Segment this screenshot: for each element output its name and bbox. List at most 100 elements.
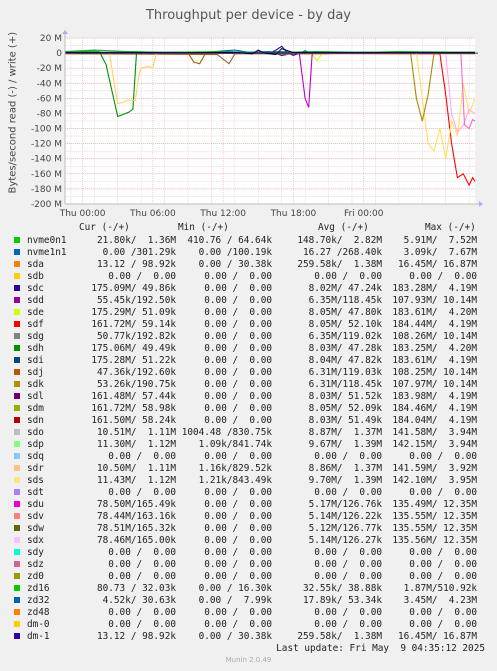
legend-device-name: sdh xyxy=(27,343,44,354)
legend-max-value: 0.00 / 0.00 xyxy=(403,451,477,462)
x-tick-label: Fri 00:00 xyxy=(344,209,384,219)
legend-cur-value: 175.28M/ 51.22k xyxy=(91,355,176,366)
x-tick-label: Thu 00:00 xyxy=(59,209,106,219)
legend-cur-value: 0.00 / 0.00 xyxy=(102,607,176,618)
legend-device-name: sdl xyxy=(27,391,44,402)
y-tick-label: -160 M xyxy=(31,170,62,180)
legend-swatch xyxy=(14,573,20,579)
legend-avg-value: 8.03M/ 51.52k xyxy=(308,391,382,402)
legend-swatch xyxy=(14,237,20,243)
legend-avg-value: 8.05M/ 52.09k xyxy=(308,403,382,414)
legend-device-name: sdn xyxy=(27,415,44,426)
x-tick-label: Thu 12:00 xyxy=(199,209,246,219)
legend-max-value: 0.00 / 0.00 xyxy=(403,619,477,630)
legend-max-value: 0.00 / 0.00 xyxy=(403,487,477,498)
legend-swatch xyxy=(14,609,20,615)
legend-avg-value: 9.70M/ 1.39M xyxy=(308,475,382,486)
legend-row: sdf 161.72M/ 59.14k 0.00 / 0.00 8.05M/ 52.… xyxy=(0,319,497,331)
legend-avg-value: 0.00 / 0.00 xyxy=(308,451,382,462)
legend-cur-value: 0.00 / 0.00 xyxy=(102,451,176,462)
legend-swatch xyxy=(14,261,20,267)
legend-swatch xyxy=(14,465,20,471)
legend-max-value: 0.00 / 0.00 xyxy=(403,559,477,570)
legend-cur-value: 47.36k/192.60k xyxy=(96,367,176,378)
x-tick-label: Thu 18:00 xyxy=(270,209,317,219)
legend-cur-value: 50.77k/192.82k xyxy=(96,331,176,342)
legend-row: zd16 80.73 / 32.03k 0.00 / 16.30k 32.55k/ … xyxy=(0,583,497,595)
legend-max-value: 183.28M/ 4.19M xyxy=(392,283,477,294)
legend-header-avg: Avg (-/+) xyxy=(318,222,369,233)
legend-min-value: 0.00 / 0.00 xyxy=(198,559,272,570)
legend-min-value: 0.00 / 0.00 xyxy=(198,391,272,402)
legend-device-name: sdv xyxy=(27,511,44,522)
legend-swatch xyxy=(14,429,20,435)
legend-min-value: 1.21k/843.49k xyxy=(198,475,272,486)
legend-min-value: 0.00 / 16.30k xyxy=(192,583,272,594)
legend-device-name: sdc xyxy=(27,283,44,294)
legend-swatch xyxy=(14,345,20,351)
legend-cur-value: 0.00 / 0.00 xyxy=(102,619,176,630)
legend-swatch xyxy=(14,285,20,291)
legend-swatch xyxy=(14,309,20,315)
legend-avg-value: 8.02M/ 47.24k xyxy=(308,283,382,294)
x-tick-labels: Thu 00:00 Thu 06:00 Thu 12:00 Thu 18:00 Fri … xyxy=(59,209,384,219)
legend-avg-value: 17.89k/ 53.34k xyxy=(302,595,382,606)
legend-min-value: 0.00 / 30.38k xyxy=(192,259,272,270)
legend-avg-value: 259.58k/ 1.38M xyxy=(297,631,382,642)
legend-min-value: 0.00 / 0.00 xyxy=(198,535,272,546)
y-tick-label: -140 M xyxy=(31,155,62,165)
y-tick-label: -120 M xyxy=(31,140,62,150)
legend-avg-value: 5.12M/126.77k xyxy=(308,523,382,534)
legend-swatch xyxy=(14,441,20,447)
legend-cur-value: 53.26k/190.75k xyxy=(96,379,176,390)
legend-avg-value: 0.00 / 0.00 xyxy=(308,547,382,558)
legend-avg-value: 6.31M/118.45k xyxy=(308,379,382,390)
legend-avg-value: 6.35M/118.45k xyxy=(308,295,382,306)
legend-min-value: 0.00 /100.19k xyxy=(192,247,272,258)
legend-row: sdb 0.00 / 0.00 0.00 / 0.00 0.00 / 0.00 … xyxy=(0,271,497,283)
legend-header-max: Max (-/+) xyxy=(425,222,476,233)
legend-device-name: sdd xyxy=(27,295,44,306)
legend-avg-value: 0.00 / 0.00 xyxy=(308,619,382,630)
legend-swatch xyxy=(14,489,20,495)
legend-min-value: 0.00 / 0.00 xyxy=(198,355,272,366)
legend-min-value: 0.00 / 0.00 xyxy=(198,331,272,342)
legend-device-name: zd16 xyxy=(27,583,50,594)
legend-row: dm-1 13.12 / 98.92k 0.00 / 30.38k 259.58k/… xyxy=(0,631,497,643)
legend-min-value: 0.00 / 0.00 xyxy=(198,295,272,306)
legend-min-value: 0.00 / 0.00 xyxy=(198,571,272,582)
legend-cur-value: 80.73 / 32.03k xyxy=(96,583,176,594)
legend-device-name: sds xyxy=(27,475,44,486)
legend-row: sdc 175.09M/ 49.86k 0.00 / 0.00 8.02M/ 47.… xyxy=(0,283,497,295)
legend-max-value: 135.49M/ 12.35M xyxy=(392,499,477,510)
legend-max-value: 183.25M/ 4.20M xyxy=(392,343,477,354)
legend-device-name: sdg xyxy=(27,331,44,342)
legend-row: sda 13.12 / 98.92k 0.00 / 30.38k 259.58k/ … xyxy=(0,259,497,271)
legend-avg-value: 9.67M/ 1.39M xyxy=(308,439,382,450)
legend-swatch xyxy=(14,417,20,423)
legend-avg-value: 259.58k/ 1.38M xyxy=(297,259,382,270)
legend-device-name: zd0 xyxy=(27,571,44,582)
y-tick-label: 0 xyxy=(56,49,62,59)
legend-max-value: 0.00 / 0.00 xyxy=(403,271,477,282)
throughput-chart: 20 M 0 -20 M -40 M -60 M -80 M -100 M -120 M -14… xyxy=(31,30,483,219)
legend-min-value: 410.76 / 64.64k xyxy=(187,235,272,246)
legend-max-value: 16.45M/ 16.87M xyxy=(397,631,477,642)
legend-max-value: 141.59M/ 3.92M xyxy=(392,463,477,474)
legend-avg-value: 0.00 / 0.00 xyxy=(308,271,382,282)
legend-min-value: 1004.48 /830.75k xyxy=(181,427,272,438)
legend-swatch xyxy=(14,333,20,339)
legend-header-min: Min (-/+) xyxy=(178,222,229,233)
legend-min-value: 0.00 / 0.00 xyxy=(198,511,272,522)
x-tick-label: Thu 06:00 xyxy=(129,209,176,219)
legend-min-value: 0.00 / 0.00 xyxy=(198,379,272,390)
legend-row: zd48 0.00 / 0.00 0.00 / 0.00 0.00 / 0.00… xyxy=(0,607,497,619)
legend-row: nvme0n1 21.80k/ 1.36M 410.76 / 64.64k 148.7… xyxy=(0,235,497,247)
legend-max-value: 0.00 / 0.00 xyxy=(403,547,477,558)
legend-device-name: sdf xyxy=(27,319,44,330)
legend-avg-value: 0.00 / 0.00 xyxy=(308,559,382,570)
x-axis-arrow xyxy=(479,201,483,207)
legend-cur-value: 161.72M/ 59.14k xyxy=(91,319,176,330)
legend-device-name: nvme1n1 xyxy=(27,247,67,258)
legend-cur-value: 78.44M/163.16k xyxy=(96,511,176,522)
